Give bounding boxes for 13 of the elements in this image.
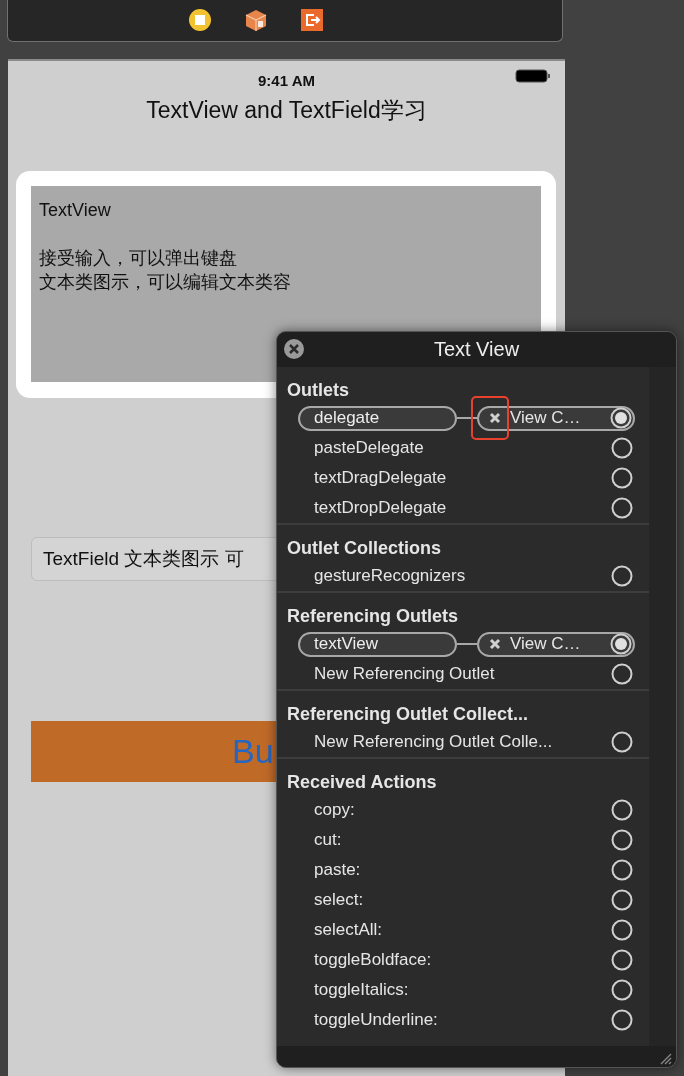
section-header: Received Actions bbox=[287, 771, 437, 793]
text-line: 文本类图示，可以编辑文本类容 bbox=[39, 272, 291, 292]
status-time: 9:41 AM bbox=[258, 72, 315, 89]
connection-target: View C… bbox=[510, 408, 582, 428]
section-header: Outlet Collections bbox=[287, 537, 441, 559]
section-header: Outlets bbox=[287, 379, 349, 401]
section-header: Referencing Outlet Collect... bbox=[287, 703, 529, 725]
screen-title: TextView and TextField学习 bbox=[145, 96, 428, 125]
text-line: 接受输入，可以弹出键盘 bbox=[39, 248, 237, 268]
text-line: TextView bbox=[39, 200, 111, 220]
section-header: Referencing Outlets bbox=[287, 605, 459, 627]
connection-target: View C… bbox=[510, 634, 582, 654]
panel-title: Text View bbox=[433, 338, 520, 361]
